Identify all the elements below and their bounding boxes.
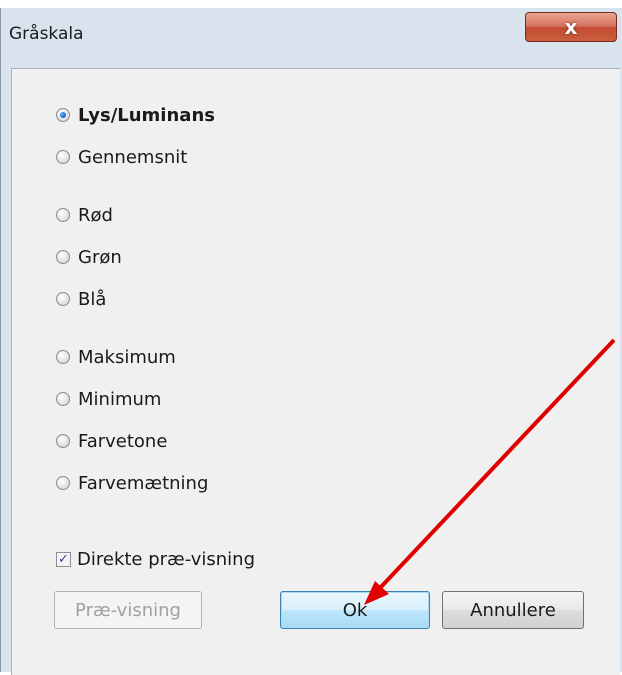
radio-icon[interactable] <box>56 350 70 364</box>
radio-icon[interactable] <box>56 208 70 222</box>
radio-icon[interactable] <box>56 250 70 264</box>
radio-icon[interactable] <box>56 392 70 406</box>
radio-label: Lys/Luminans <box>78 104 215 126</box>
close-button[interactable]: x <box>525 12 617 42</box>
radio-icon[interactable] <box>56 476 70 490</box>
ok-button[interactable]: Ok <box>280 591 430 629</box>
radio-minimum[interactable]: Minimum <box>56 387 161 411</box>
radio-checked-icon[interactable] <box>56 108 70 122</box>
radio-label: Rød <box>78 204 113 226</box>
cancel-button[interactable]: Annullere <box>442 591 584 629</box>
radio-label: Blå <box>78 288 107 310</box>
radio-icon[interactable] <box>56 292 70 306</box>
radio-farvemaetning[interactable]: Farvemætning <box>56 471 208 495</box>
radio-label: Farvetone <box>78 430 168 452</box>
radio-farvetone[interactable]: Farvetone <box>56 429 167 453</box>
radio-maksimum[interactable]: Maksimum <box>56 345 176 369</box>
radio-gennemsnit[interactable]: Gennemsnit <box>56 145 187 169</box>
dialog-window: Gråskala x Lys/Luminans Gennemsnit Rød G… <box>0 8 622 675</box>
radio-rod[interactable]: Rød <box>56 203 113 227</box>
radio-icon[interactable] <box>56 434 70 448</box>
radio-lys-luminans[interactable]: Lys/Luminans <box>56 103 215 127</box>
radio-label: Farvemætning <box>78 472 209 494</box>
preview-button[interactable]: Præ-visning <box>54 591 202 629</box>
radio-label: Maksimum <box>78 346 176 368</box>
radio-icon[interactable] <box>56 150 70 164</box>
title-bar[interactable]: Gråskala x <box>1 8 622 60</box>
checkbox-label: Direkte præ-visning <box>77 548 256 570</box>
checkmark-icon[interactable]: ✓ <box>56 551 71 567</box>
direct-preview-checkbox[interactable]: ✓ Direkte præ-visning <box>56 547 255 571</box>
radio-label: Grøn <box>78 246 122 268</box>
close-icon: x <box>564 15 578 39</box>
radio-bla[interactable]: Blå <box>56 287 106 311</box>
radio-label: Gennemsnit <box>78 146 188 168</box>
window-title: Gråskala <box>9 24 84 44</box>
dialog-body: Lys/Luminans Gennemsnit Rød Grøn Blå Mak… <box>11 68 620 675</box>
radio-label: Minimum <box>78 388 162 410</box>
radio-gron[interactable]: Grøn <box>56 245 122 269</box>
